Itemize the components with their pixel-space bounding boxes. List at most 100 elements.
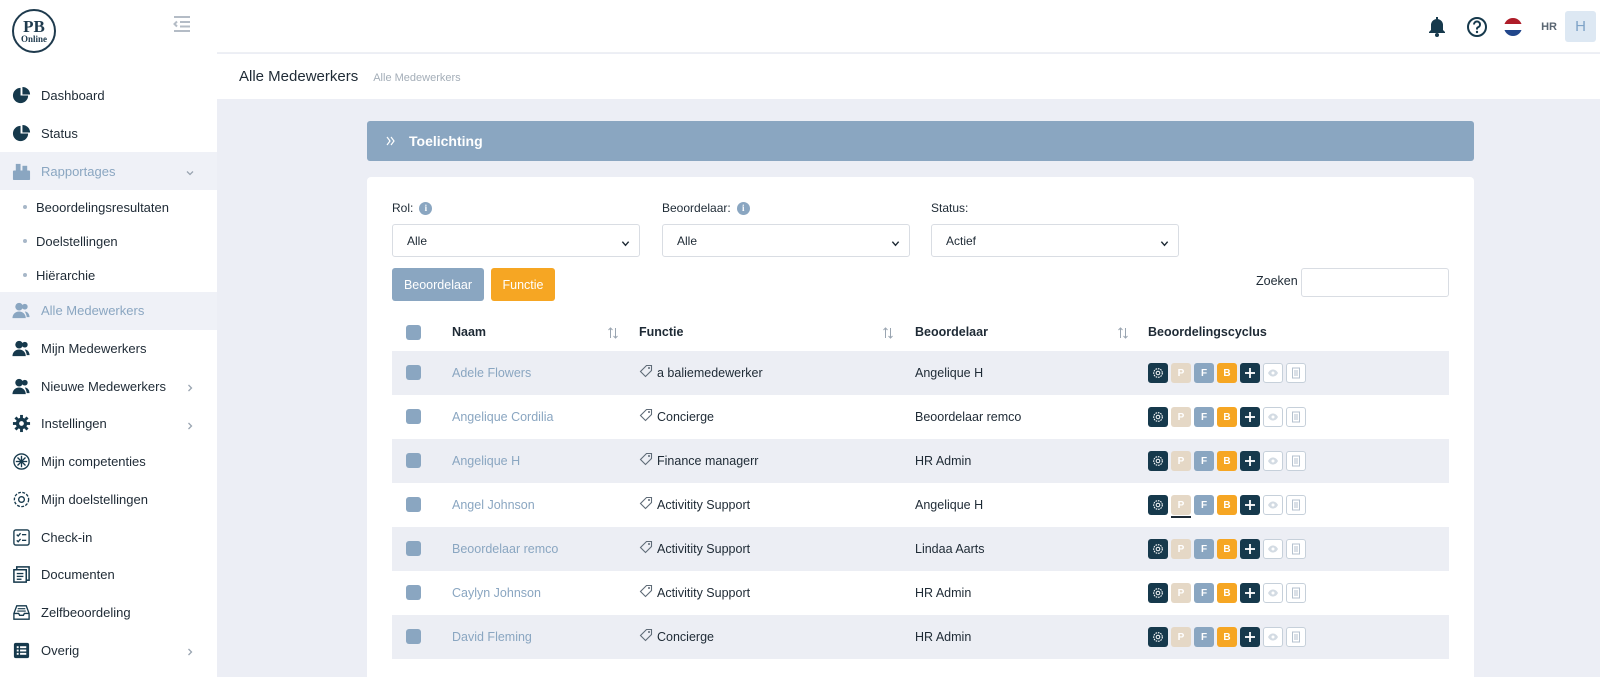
assessment-button[interactable]: B (1217, 407, 1237, 427)
plus-icon[interactable] (1240, 583, 1260, 603)
info-icon[interactable]: i (736, 201, 750, 215)
employee-name-link[interactable]: Angel Johnson (452, 498, 535, 512)
rol-select[interactable]: Alle (392, 224, 640, 257)
sidebar-item-dashboard[interactable]: Dashboard (0, 77, 217, 115)
employee-name-link[interactable]: Adele Flowers (452, 366, 531, 380)
plus-icon[interactable] (1240, 539, 1260, 559)
document-icon[interactable] (1286, 539, 1306, 559)
settings-gear-icon[interactable] (1148, 407, 1168, 427)
eye-icon[interactable] (1263, 539, 1283, 559)
document-icon[interactable] (1286, 495, 1306, 515)
planning-button[interactable]: P (1171, 363, 1191, 383)
settings-gear-icon[interactable] (1148, 583, 1168, 603)
row-checkbox[interactable] (406, 541, 421, 556)
assessment-button[interactable]: B (1217, 627, 1237, 647)
row-checkbox[interactable] (406, 453, 421, 468)
sidebar-item-alle-medewerkers[interactable]: Alle Medewerkers (0, 292, 217, 330)
sort-icon[interactable] (607, 327, 619, 339)
functioning-button[interactable]: F (1194, 407, 1214, 427)
planning-button[interactable]: P (1171, 407, 1191, 427)
plus-icon[interactable] (1240, 451, 1260, 471)
functioning-button[interactable]: F (1194, 495, 1214, 515)
settings-gear-icon[interactable] (1148, 451, 1168, 471)
row-checkbox[interactable] (406, 585, 421, 600)
search-input[interactable] (1301, 268, 1449, 297)
sort-icon[interactable] (882, 327, 894, 339)
sidebar-item-mijn-medewerkers[interactable]: Mijn Medewerkers (0, 330, 217, 368)
settings-gear-icon[interactable] (1148, 495, 1168, 515)
plus-icon[interactable] (1240, 407, 1260, 427)
settings-gear-icon[interactable] (1148, 627, 1168, 647)
assessment-button[interactable]: B (1217, 583, 1237, 603)
functioning-button[interactable]: F (1194, 627, 1214, 647)
assessment-button[interactable]: B (1217, 495, 1237, 515)
toelichting-accordion[interactable]: Toelichting (367, 121, 1474, 161)
employee-name-link[interactable]: Beoordelaar remco (452, 542, 558, 556)
functioning-button[interactable]: F (1194, 539, 1214, 559)
column-header-naam[interactable]: Naam (452, 325, 486, 339)
sidebar-item-mijn-competenties[interactable]: Mijn competenties (0, 443, 217, 481)
assessment-button[interactable]: B (1217, 363, 1237, 383)
row-checkbox[interactable] (406, 629, 421, 644)
plus-icon[interactable] (1240, 627, 1260, 647)
functie-button[interactable]: Functie (491, 268, 555, 301)
planning-button[interactable]: P (1171, 451, 1191, 471)
sidebar-item-nieuwe-medewerkers[interactable]: Nieuwe Medewerkers (0, 367, 217, 405)
employee-name-link[interactable]: Caylyn Johnson (452, 586, 541, 600)
sidebar-item-check-in[interactable]: Check-in (0, 518, 217, 556)
employee-name-link[interactable]: David Fleming (452, 630, 532, 644)
sidebar-item-mijn-doelstellingen[interactable]: Mijn doelstellingen (0, 481, 217, 519)
beoordelaar-select[interactable]: Alle (662, 224, 910, 257)
planning-button[interactable]: P (1171, 539, 1191, 559)
employee-name-link[interactable]: Angelique H (452, 454, 520, 468)
sidebar-subitem-hierarchie[interactable]: Hiërarchie (0, 258, 217, 292)
eye-icon[interactable] (1263, 627, 1283, 647)
functioning-button[interactable]: F (1194, 363, 1214, 383)
assessment-button[interactable]: B (1217, 451, 1237, 471)
avatar[interactable]: H (1565, 11, 1596, 42)
sidebar-item-status[interactable]: Status (0, 115, 217, 153)
settings-gear-icon[interactable] (1148, 539, 1168, 559)
sort-icon[interactable] (1117, 327, 1129, 339)
bell-icon[interactable] (1426, 16, 1448, 38)
sidebar-item-documenten[interactable]: Documenten (0, 556, 217, 594)
document-icon[interactable] (1286, 407, 1306, 427)
sidebar-subitem-doelstellingen[interactable]: Doelstellingen (0, 224, 217, 258)
eye-icon[interactable] (1263, 363, 1283, 383)
help-icon[interactable] (1466, 16, 1488, 38)
row-checkbox[interactable] (406, 365, 421, 380)
functioning-button[interactable]: F (1194, 583, 1214, 603)
info-icon[interactable]: i (419, 201, 433, 215)
sidebar-subitem-beoordelingsresultaten[interactable]: Beoordelingsresultaten (0, 190, 217, 224)
planning-button[interactable]: P (1171, 627, 1191, 647)
document-icon[interactable] (1286, 363, 1306, 383)
pb-online-logo[interactable]: PB Online (12, 9, 56, 53)
select-all-checkbox[interactable] (406, 325, 421, 340)
collapse-sidebar-icon[interactable] (172, 14, 192, 34)
sidebar-item-overig[interactable]: Overig (0, 631, 217, 669)
plus-icon[interactable] (1240, 363, 1260, 383)
eye-icon[interactable] (1263, 495, 1283, 515)
planning-button[interactable]: P (1171, 583, 1191, 603)
planning-button[interactable]: P (1171, 495, 1191, 518)
employee-name-link[interactable]: Angelique Cordilia (452, 410, 553, 424)
plus-icon[interactable] (1240, 495, 1260, 515)
settings-gear-icon[interactable] (1148, 363, 1168, 383)
document-icon[interactable] (1286, 627, 1306, 647)
column-header-functie[interactable]: Functie (639, 325, 683, 339)
beoordelaar-button[interactable]: Beoordelaar (392, 268, 484, 301)
sidebar-item-rapportages[interactable]: Rapportages (0, 152, 217, 191)
breadcrumb[interactable]: Alle Medewerkers (373, 72, 460, 84)
row-checkbox[interactable] (406, 497, 421, 512)
dutch-flag-icon[interactable] (1504, 17, 1523, 36)
eye-icon[interactable] (1263, 583, 1283, 603)
status-select[interactable]: Actief (931, 224, 1179, 257)
sidebar-item-instellingen[interactable]: Instellingen (0, 405, 217, 443)
functioning-button[interactable]: F (1194, 451, 1214, 471)
document-icon[interactable] (1286, 451, 1306, 471)
eye-icon[interactable] (1263, 451, 1283, 471)
document-icon[interactable] (1286, 583, 1306, 603)
sidebar-item-zelfbeoordeling[interactable]: Zelfbeoordeling (0, 594, 217, 632)
assessment-button[interactable]: B (1217, 539, 1237, 559)
eye-icon[interactable] (1263, 407, 1283, 427)
